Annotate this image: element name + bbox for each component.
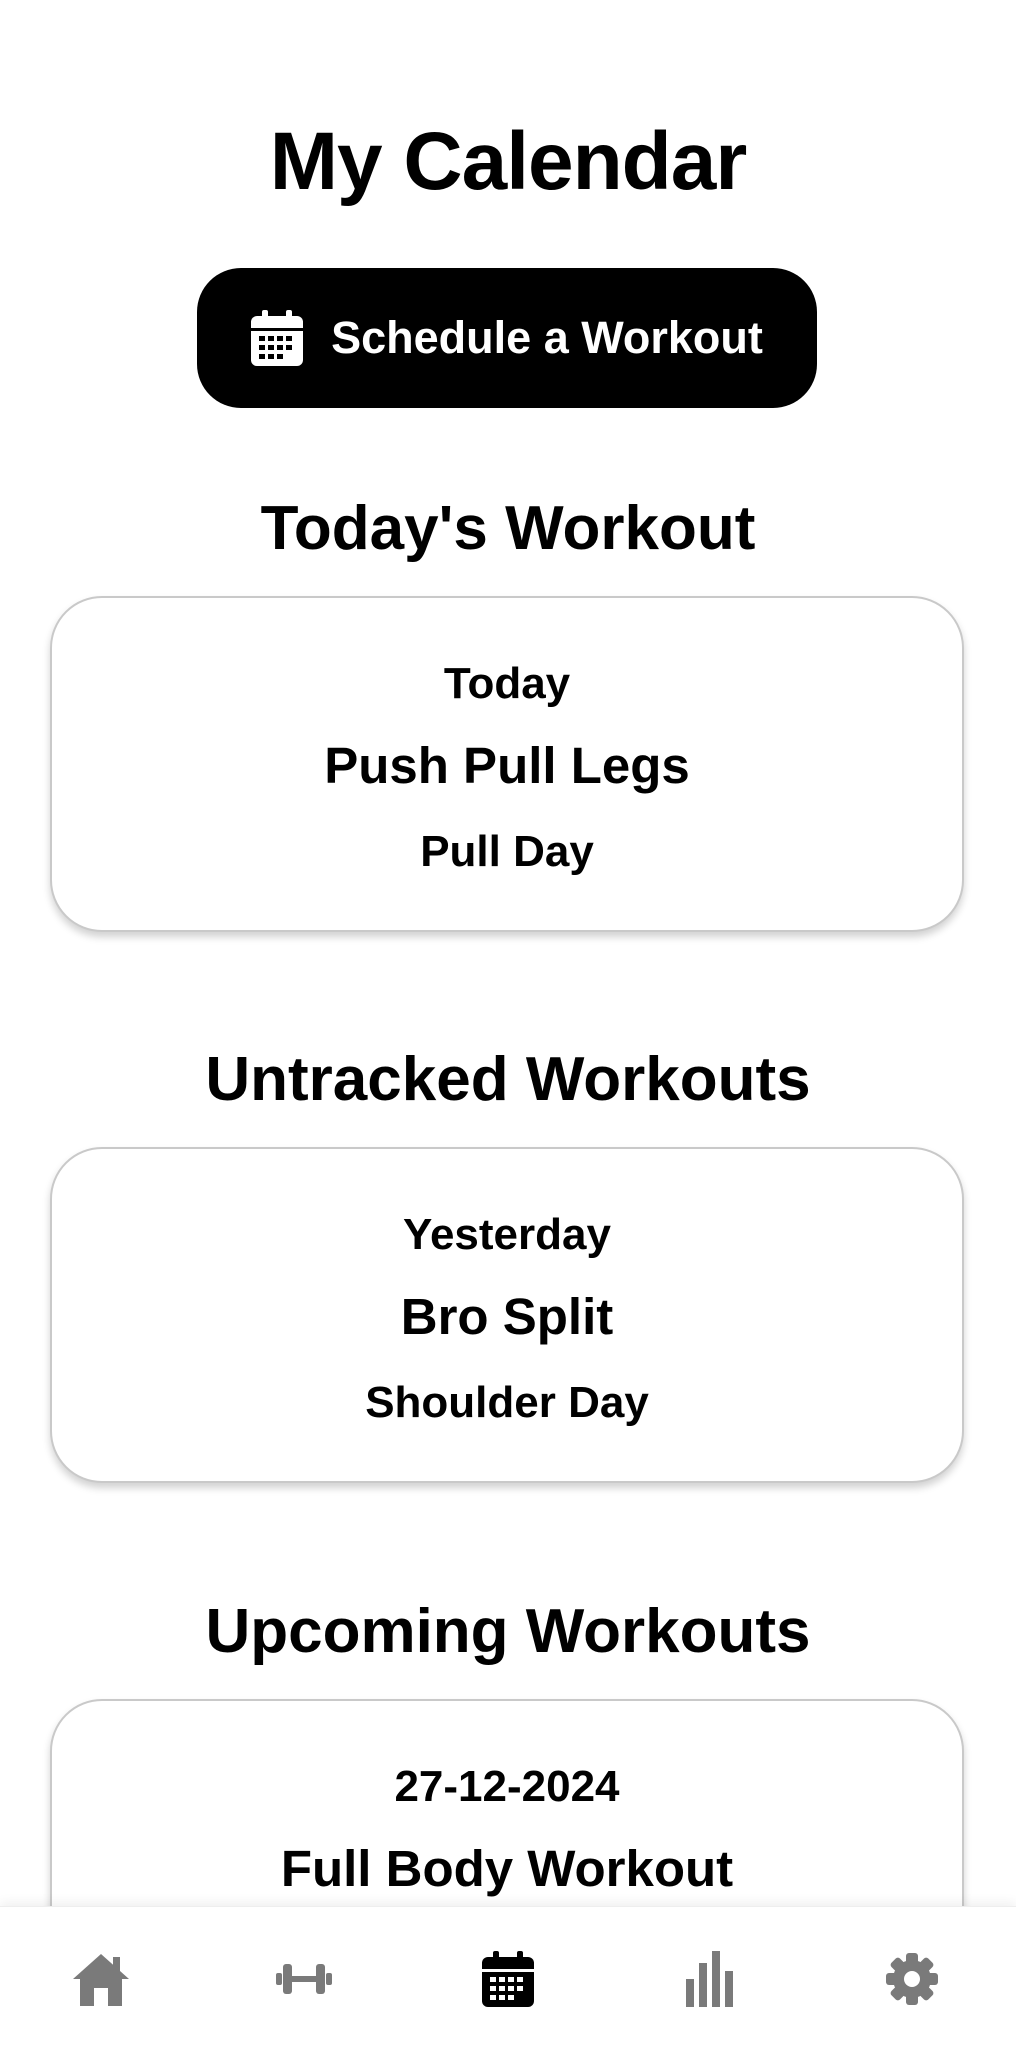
upcoming-workout-card[interactable]: 27-12-2024 Full Body Workout	[50, 1699, 964, 1906]
todays-workout-card[interactable]: Today Push Pull Legs Pull Day	[50, 596, 964, 932]
card-program: Bro Split	[400, 1288, 614, 1345]
nav-stats[interactable]	[660, 1929, 760, 2029]
card-date: 27-12-2024	[394, 1762, 620, 1811]
card-date: Yesterday	[403, 1210, 611, 1259]
nav-workouts[interactable]	[254, 1929, 354, 2029]
bar-chart-icon	[686, 1951, 733, 2007]
schedule-workout-button[interactable]: Schedule a Workout	[197, 268, 817, 408]
nav-calendar[interactable]	[458, 1929, 558, 2029]
untracked-workout-card[interactable]: Yesterday Bro Split Shoulder Day	[50, 1147, 964, 1483]
dumbbell-icon	[276, 1964, 332, 1994]
bottom-navigation	[0, 1906, 1016, 2049]
untracked-workouts-heading: Untracked Workouts	[205, 1045, 811, 1114]
scroll-content[interactable]: My Calendar Schedule a Workout Today's W…	[0, 0, 1016, 1906]
card-program: Push Pull Legs	[324, 737, 690, 794]
home-icon	[73, 1954, 129, 2006]
page-title: My Calendar	[269, 116, 748, 207]
calendar-icon	[251, 310, 304, 366]
card-program: Full Body Workout	[280, 1840, 734, 1897]
card-day: Pull Day	[420, 827, 594, 876]
nav-home[interactable]	[51, 1929, 151, 2029]
gear-icon	[886, 1953, 938, 2005]
calendar-icon	[482, 1951, 534, 2007]
upcoming-workouts-heading: Upcoming Workouts	[205, 1597, 811, 1666]
nav-settings[interactable]	[862, 1929, 962, 2029]
schedule-workout-label: Schedule a Workout	[331, 312, 763, 363]
card-day: Shoulder Day	[365, 1378, 649, 1427]
todays-workout-heading: Today's Workout	[260, 494, 756, 563]
card-date: Today	[443, 659, 571, 708]
